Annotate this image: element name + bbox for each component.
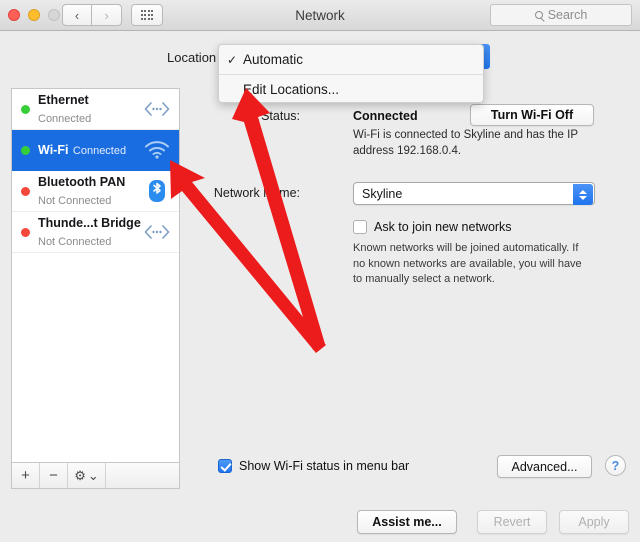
service-text: Wi-Fi Connected — [38, 141, 143, 159]
bluetooth-icon — [143, 178, 171, 204]
service-name: Bluetooth PAN — [38, 174, 126, 189]
ask-to-join-checkbox-row[interactable]: Ask to join new networks — [353, 220, 512, 234]
chevron-down-icon: ⌄ — [87, 467, 99, 483]
ask-to-join-label: Ask to join new networks — [374, 220, 512, 234]
status-label: Status: — [261, 109, 300, 123]
service-status: Not Connected — [38, 195, 112, 207]
status-description: Wi-Fi is connected to Skyline and has th… — [353, 129, 578, 157]
service-name: Thunde...t Bridge — [38, 215, 141, 230]
show-wifi-status-checkbox-row[interactable]: Show Wi-Fi status in menu bar — [218, 459, 409, 473]
status-dot-icon — [21, 227, 30, 237]
revert-button: Revert — [477, 510, 547, 534]
service-text: Ethernet Connected — [38, 91, 143, 128]
ask-to-join-description: Known networks will be joined automatica… — [353, 242, 582, 286]
network-name-select[interactable]: Skyline — [353, 182, 595, 205]
service-status: Not Connected — [38, 236, 112, 248]
ask-to-join-checkbox[interactable] — [353, 220, 367, 234]
wifi-icon — [143, 141, 171, 159]
service-status: Connected — [72, 144, 127, 157]
advanced-button[interactable]: Advanced... — [497, 455, 592, 478]
status-dot-icon — [21, 104, 30, 114]
assist-me-button[interactable]: Assist me... — [357, 510, 457, 534]
status-dot-icon — [21, 145, 30, 155]
service-text: Bluetooth PAN Not Connected — [38, 173, 143, 210]
gear-icon: ⚙ — [74, 467, 86, 483]
service-actions-button[interactable]: ⚙ ⌄ — [68, 463, 106, 488]
network-services-list[interactable]: Ethernet Connected Wi-Fi Connected Bluet… — [11, 88, 180, 462]
chevron-updown-icon — [573, 184, 593, 205]
help-button[interactable]: ? — [605, 455, 626, 476]
network-name-label: Network Name: — [213, 186, 300, 200]
window-titlebar: ‹ › Network Search — [0, 0, 640, 31]
location-dropdown-menu: ✓ Automatic Edit Locations... — [218, 44, 484, 103]
search-input[interactable]: Search — [490, 4, 632, 26]
remove-service-button[interactable]: − — [40, 463, 68, 488]
sidebar-item-ethernet[interactable]: Ethernet Connected — [12, 89, 179, 130]
sidebar-item-bluetooth-pan[interactable]: Bluetooth PAN Not Connected — [12, 171, 179, 212]
turn-wifi-off-button[interactable]: Turn Wi-Fi Off — [470, 104, 594, 126]
ethernet-icon — [143, 102, 171, 116]
menu-item-label: Automatic — [243, 52, 304, 67]
sidebar-toolbar: + − ⚙ ⌄ — [11, 462, 180, 489]
menu-item-label: Edit Locations... — [243, 82, 340, 97]
sidebar-item-wifi[interactable]: Wi-Fi Connected — [12, 130, 179, 171]
service-status: Connected — [38, 113, 92, 125]
toolbar-filler — [106, 463, 179, 488]
status-value: Connected — [353, 109, 418, 123]
network-preferences-window: ‹ › Network Search Location ✓ Automatic … — [0, 0, 640, 542]
search-icon — [534, 11, 543, 19]
check-icon: ✓ — [227, 52, 238, 67]
service-text: Thunde...t Bridge Not Connected — [38, 214, 143, 251]
location-label: Location — [167, 50, 217, 65]
network-name-value: Skyline — [362, 186, 403, 201]
show-wifi-status-label: Show Wi-Fi status in menu bar — [239, 459, 410, 473]
service-name: Ethernet — [38, 92, 89, 107]
show-wifi-status-checkbox[interactable] — [218, 459, 232, 473]
search-placeholder: Search — [547, 8, 588, 22]
ethernet-icon — [143, 225, 171, 239]
status-dot-icon — [21, 186, 30, 196]
menu-item-automatic[interactable]: ✓ Automatic — [219, 45, 483, 74]
annotation-arrow-to-edit-locations — [232, 88, 325, 350]
sidebar-item-thunderbolt-bridge[interactable]: Thunde...t Bridge Not Connected — [12, 212, 179, 253]
menu-item-edit-locations[interactable]: Edit Locations... — [219, 75, 483, 104]
service-name: Wi-Fi — [38, 142, 69, 157]
apply-button: Apply — [559, 510, 629, 534]
add-service-button[interactable]: + — [12, 463, 40, 488]
